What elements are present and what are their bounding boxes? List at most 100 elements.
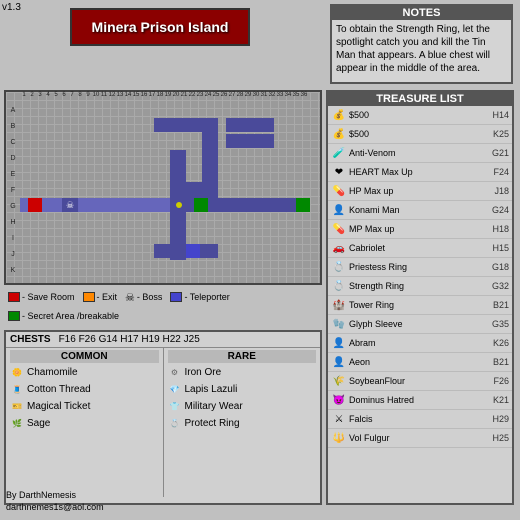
sage-label: Sage [27,418,50,429]
chest-item-military: 👕 Military Wear [168,399,317,413]
treasure-loc-7: H15 [485,243,509,253]
legend-exit: - Exit [83,292,118,302]
treasure-icon-17: 🔱 [331,430,347,446]
map-green-room [194,198,208,212]
map-upper-room [170,150,186,182]
treasure-name-0: $500 [349,110,483,120]
treasure-name-1: $500 [349,129,483,139]
notes-box: NOTES To obtain the Strength Ring, let t… [330,4,513,84]
treasure-icon-16: ⚔ [331,411,347,427]
chamomile-label: Chamomile [27,367,78,378]
treasure-icon-7: 🚗 [331,240,347,256]
treasure-item-12: 👤 Abram K26 [328,334,512,353]
treasure-loc-3: F24 [485,167,509,177]
treasure-item-14: 🌾 SoybeanFlour F26 [328,372,512,391]
ticket-label: Magical Ticket [27,401,90,412]
treasure-name-13: Aeon [349,357,483,367]
title-text: Minera Prison Island [92,19,229,35]
legend-teleport: - Teleporter [170,292,229,302]
treasure-name-2: Anti-Venom [349,148,483,158]
ore-label: Iron Ore [185,367,222,378]
treasure-icon-3: ❤ [331,164,347,180]
treasure-loc-13: B21 [485,357,509,367]
treasure-icon-4: 💊 [331,183,347,199]
notes-text: To obtain the Strength Ring, let the spo… [332,20,511,78]
treasure-loc-12: K26 [485,338,509,348]
treasure-icon-9: 💍 [331,278,347,294]
treasure-icon-8: 💍 [331,259,347,275]
legend-save-label: - Save Room [22,292,75,302]
credit-by: By DarthNemesis [6,489,104,502]
protect-icon: 💍 [168,416,182,430]
lapis-label: Lapis Lazuli [185,384,238,395]
treasure-name-14: SoybeanFlour [349,376,483,386]
map-right-upper [226,134,274,148]
legend: - Save Room - Exit ☠ - Boss - Teleporter… [4,287,322,327]
legend-secret-box [8,311,20,321]
treasure-item-9: 💍 Strength Ring G32 [328,277,512,296]
rare-header: RARE [168,350,317,363]
treasure-name-10: Tower Ring [349,300,483,310]
treasure-name-12: Abram [349,338,483,348]
chest-item-ticket: 🎫 Magical Ticket [10,399,159,413]
treasure-item-2: 🧪 Anti-Venom G21 [328,144,512,163]
cotton-icon: 🧵 [10,382,24,396]
treasure-loc-0: H14 [485,110,509,120]
treasure-icon-12: 👤 [331,335,347,351]
map-save-room [28,198,42,212]
map-marker-1 [176,202,182,208]
treasure-loc-17: H25 [485,433,509,443]
legend-exit-box [83,292,95,302]
treasure-loc-1: K25 [485,129,509,139]
chests-box: CHESTS F16 F26 G14 H17 H19 H22 J25 COMMO… [4,330,322,505]
treasure-name-7: Cabriolet [349,243,483,253]
treasure-name-16: Falcis [349,414,483,424]
cotton-label: Cotton Thread [27,384,91,395]
treasure-items: 💰 $500 H14 💰 $500 K25 🧪 Anti-Venom G21 ❤… [328,106,512,448]
treasure-icon-14: 🌾 [331,373,347,389]
treasure-icon-11: 🧤 [331,316,347,332]
legend-teleport-box [170,292,182,302]
treasure-name-6: MP Max up [349,224,483,234]
treasure-icon-15: 😈 [331,392,347,408]
map-numbers: 123 456 789 101112 131415 161718 192021 … [20,92,320,102]
chest-item-protect: 💍 Protect Ring [168,416,317,430]
credit-section: By DarthNemesis darthnemes1s@aol.com [6,489,104,514]
legend-save: - Save Room [8,292,75,302]
treasure-item-6: 💊 MP Max up H18 [328,220,512,239]
notes-title: NOTES [332,6,511,20]
treasure-item-3: ❤ HEART Max Up F24 [328,163,512,182]
treasure-name-11: Glyph Sleeve [349,319,483,329]
map-grid: 123 456 789 101112 131415 161718 192021 … [6,92,320,283]
military-label: Military Wear [185,401,243,412]
treasure-item-15: 😈 Dominus Hatred K21 [328,391,512,410]
version-label: v1.3 [2,2,21,13]
chest-item-chamomile: 🌼 Chamomile [10,365,159,379]
treasure-icon-13: 👤 [331,354,347,370]
common-column: COMMON 🌼 Chamomile 🧵 Cotton Thread 🎫 Mag… [6,348,164,497]
ore-icon: ⚙ [168,365,182,379]
protect-label: Protect Ring [185,418,240,429]
treasure-loc-4: J18 [485,186,509,196]
chests-locations: F16 F26 G14 H17 H19 H22 J25 [59,334,200,345]
treasure-item-7: 🚗 Cabriolet H15 [328,239,512,258]
treasure-item-8: 💍 Priestess Ring G18 [328,258,512,277]
treasure-item-11: 🧤 Glyph Sleeve G35 [328,315,512,334]
treasure-name-15: Dominus Hatred [349,395,483,405]
treasure-loc-10: B21 [485,300,509,310]
map-teleporter [186,244,200,258]
legend-save-box [8,292,20,302]
treasure-icon-5: 👤 [331,202,347,218]
ticket-icon: 🎫 [10,399,24,413]
map-letters: A B C D E F G H I J K [6,102,20,278]
chest-item-cotton: 🧵 Cotton Thread [10,382,159,396]
treasure-icon-2: 🧪 [331,145,347,161]
treasure-name-5: Konami Man [349,205,483,215]
treasure-item-13: 👤 Aeon B21 [328,353,512,372]
treasure-name-4: HP Max up [349,186,483,196]
treasure-icon-0: 💰 [331,107,347,123]
treasure-item-5: 👤 Konami Man G24 [328,201,512,220]
treasure-loc-6: H18 [485,224,509,234]
treasure-item-16: ⚔ Falcis H29 [328,410,512,429]
chests-header: CHESTS F16 F26 G14 H17 H19 H22 J25 [6,332,320,348]
